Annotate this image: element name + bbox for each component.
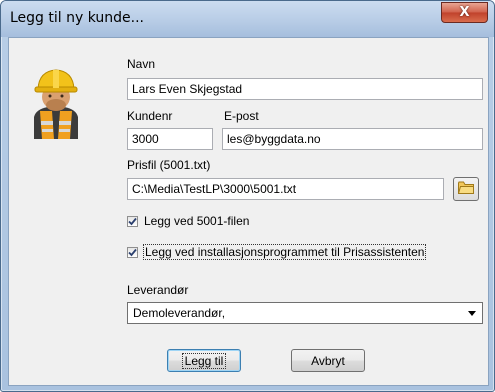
prisfil-field[interactable]: C:\Media\TestLP\3000\5001.txt (127, 178, 444, 200)
dialog-window: Legg til ny kunde... X Navn Lars Even Sk… (0, 0, 495, 392)
leverandor-dropdown[interactable]: Demoleverandør, (127, 302, 483, 324)
browse-folder-button[interactable] (453, 177, 479, 201)
chevron-down-icon[interactable] (468, 311, 476, 316)
check-icon (128, 217, 137, 225)
folder-icon (457, 181, 474, 197)
prisfil-label: Prisfil (5001.txt) (127, 158, 211, 172)
epost-field[interactable]: les@byggdata.no (222, 128, 483, 150)
construction-worker-icon (26, 65, 86, 139)
epost-label: E-post (224, 109, 259, 123)
checkbox-attach-5001[interactable]: Legg ved 5001-filen (127, 214, 249, 228)
cancel-button-label: Avbryt (311, 353, 345, 368)
close-button[interactable]: X (441, 2, 488, 23)
checkbox-5001-box[interactable] (127, 215, 138, 227)
leverandor-label: Leverandør (127, 283, 189, 297)
close-icon: X (459, 5, 470, 20)
checkbox-installer-label: Legg ved installasjonsprogrammet til Pri… (142, 244, 427, 260)
navn-field[interactable]: Lars Even Skjegstad (127, 78, 483, 100)
check-icon (128, 248, 137, 256)
cancel-button[interactable]: Avbryt (291, 349, 365, 372)
kundenr-label: Kundenr (127, 109, 173, 123)
navn-label: Navn (127, 57, 156, 71)
checkbox-5001-label: Legg ved 5001-filen (144, 214, 250, 228)
title-bar[interactable]: Legg til ny kunde... X (1, 1, 494, 37)
window-title: Legg til ny kunde... (10, 10, 144, 26)
checkbox-installer-box[interactable] (127, 246, 138, 258)
leverandor-selected-value: Demoleverandør, (133, 306, 226, 320)
add-button-label: Legg til (181, 352, 227, 369)
kundenr-field[interactable]: 3000 (127, 128, 213, 150)
dialog-body: Navn Lars Even Skjegstad Kundenr E-post … (8, 37, 489, 386)
checkbox-attach-installer[interactable]: Legg ved installasjonsprogrammet til Pri… (127, 244, 427, 260)
add-button[interactable]: Legg til (167, 349, 241, 372)
